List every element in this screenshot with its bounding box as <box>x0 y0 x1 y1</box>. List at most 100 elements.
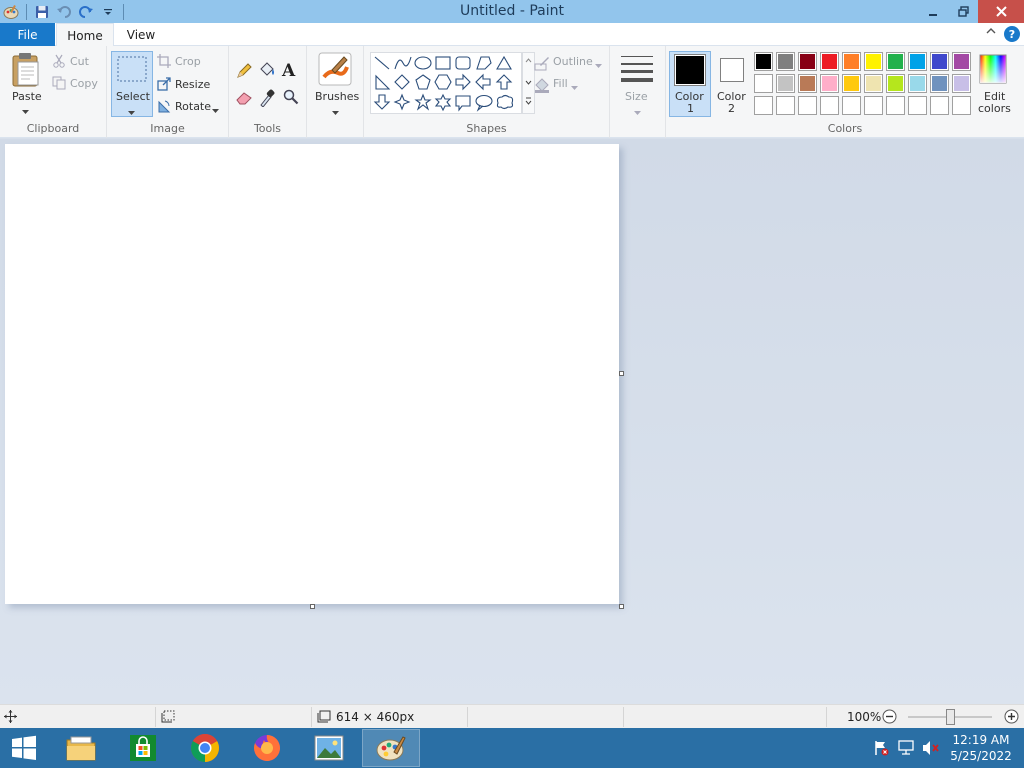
size-button[interactable]: Size <box>625 90 648 103</box>
fill-bucket-icon[interactable] <box>258 61 276 82</box>
network-icon[interactable] <box>898 740 914 759</box>
scroll-up-icon[interactable] <box>525 58 532 63</box>
palette-swatch[interactable] <box>776 96 795 115</box>
hexagon-shape-icon[interactable] <box>434 74 452 90</box>
palette-swatch[interactable] <box>930 74 949 93</box>
outline-dropdown-icon[interactable] <box>595 59 602 72</box>
down-arrow-shape-icon[interactable] <box>373 94 391 110</box>
magnifier-icon[interactable] <box>283 89 299 108</box>
palette-swatch[interactable] <box>908 74 927 93</box>
palette-swatch[interactable] <box>798 96 817 115</box>
palette-swatch[interactable] <box>864 74 883 93</box>
minimize-ribbon-icon[interactable] <box>986 27 996 38</box>
shapes-more-icon[interactable] <box>525 97 532 105</box>
eraser-icon[interactable] <box>235 90 253 109</box>
palette-swatch[interactable] <box>798 74 817 93</box>
polygon-shape-icon[interactable] <box>476 56 492 70</box>
close-button[interactable] <box>978 0 1024 23</box>
palette-swatch[interactable] <box>820 96 839 115</box>
palette-swatch[interactable] <box>842 52 861 71</box>
tab-home[interactable]: Home <box>56 23 114 47</box>
palette-swatch[interactable] <box>930 96 949 115</box>
curve-shape-icon[interactable] <box>394 56 412 70</box>
canvas-resize-handle-bottom[interactable] <box>310 604 315 609</box>
five-point-star-shape-icon[interactable] <box>414 93 432 111</box>
size-dropdown-icon[interactable] <box>634 106 641 119</box>
rounded-callout-shape-icon[interactable] <box>455 95 471 112</box>
canvas-resize-handle-right[interactable] <box>619 371 624 376</box>
right-triangle-shape-icon[interactable] <box>375 74 391 90</box>
taskbar-firefox[interactable] <box>238 729 296 767</box>
brushes-icon[interactable] <box>318 52 352 89</box>
four-point-star-shape-icon[interactable] <box>393 93 411 111</box>
rotate-dropdown-icon[interactable] <box>212 104 219 117</box>
palette-swatch[interactable] <box>908 52 927 71</box>
palette-swatch[interactable] <box>798 52 817 71</box>
volume-muted-icon[interactable] <box>922 740 940 759</box>
restore-button[interactable] <box>948 0 978 23</box>
zoom-out-icon[interactable] <box>882 709 897 727</box>
select-dropdown-icon[interactable] <box>128 106 135 119</box>
paste-dropdown-icon[interactable] <box>22 105 29 118</box>
oval-callout-shape-icon[interactable] <box>475 94 493 112</box>
rectangle-shape-icon[interactable] <box>435 56 451 70</box>
palette-swatch[interactable] <box>754 52 773 71</box>
taskbar-paint[interactable] <box>362 729 420 767</box>
taskbar-clock[interactable]: 12:19 AM 5/25/2022 <box>947 732 1015 764</box>
zoom-slider-thumb[interactable] <box>946 709 955 725</box>
left-arrow-shape-icon[interactable] <box>475 73 491 91</box>
palette-swatch[interactable] <box>930 52 949 71</box>
taskbar-photos[interactable] <box>300 729 358 767</box>
palette-swatch[interactable] <box>886 96 905 115</box>
oval-shape-icon[interactable] <box>414 56 432 70</box>
taskbar-store[interactable] <box>114 729 172 767</box>
scroll-down-icon[interactable] <box>525 80 532 85</box>
palette-swatch[interactable] <box>754 96 773 115</box>
palette-swatch[interactable] <box>908 96 927 115</box>
rounded-rectangle-shape-icon[interactable] <box>455 56 471 70</box>
cloud-callout-shape-icon[interactable] <box>496 94 514 110</box>
palette-swatch[interactable] <box>754 74 773 93</box>
fill-dropdown-icon[interactable] <box>571 81 578 94</box>
tab-view[interactable]: View <box>114 23 168 46</box>
canvas-resize-handle-corner[interactable] <box>619 604 624 609</box>
up-arrow-shape-icon[interactable] <box>495 74 513 90</box>
resize-button[interactable]: Resize <box>175 78 210 91</box>
palette-swatch[interactable] <box>820 52 839 71</box>
tab-file[interactable]: File <box>0 23 55 46</box>
drawing-canvas[interactable] <box>5 144 619 604</box>
rotate-button[interactable]: Rotate <box>175 100 211 113</box>
brushes-dropdown-icon[interactable] <box>332 106 339 119</box>
palette-swatch[interactable] <box>842 96 861 115</box>
canvas-area[interactable] <box>0 139 1024 704</box>
text-tool-icon[interactable]: A <box>282 61 295 81</box>
taskbar-file-explorer[interactable] <box>52 729 110 767</box>
palette-swatch[interactable] <box>776 52 795 71</box>
diamond-shape-icon[interactable] <box>394 74 410 90</box>
start-button[interactable] <box>0 729 48 767</box>
fill-button[interactable]: Fill <box>553 77 568 90</box>
palette-swatch[interactable] <box>776 74 795 93</box>
palette-swatch[interactable] <box>864 96 883 115</box>
edit-colors-icon[interactable] <box>979 54 1007 87</box>
palette-swatch[interactable] <box>952 74 971 93</box>
six-point-star-shape-icon[interactable] <box>434 93 452 112</box>
copy-button[interactable]: Copy <box>70 77 98 90</box>
minimize-button[interactable] <box>918 0 948 23</box>
brushes-button[interactable]: Brushes <box>315 90 359 103</box>
crop-button[interactable]: Crop <box>175 55 201 68</box>
palette-swatch[interactable] <box>864 52 883 71</box>
help-icon[interactable]: ? <box>1004 26 1020 42</box>
palette-swatch[interactable] <box>886 52 905 71</box>
zoom-in-icon[interactable] <box>1004 709 1019 727</box>
palette-swatch[interactable] <box>842 74 861 93</box>
cut-button[interactable]: Cut <box>70 55 89 68</box>
palette-swatch[interactable] <box>886 74 905 93</box>
outline-button[interactable]: Outline <box>553 55 593 68</box>
pentagon-shape-icon[interactable] <box>415 74 431 90</box>
palette-swatch[interactable] <box>952 52 971 71</box>
paste-button[interactable] <box>10 52 42 91</box>
triangle-shape-icon[interactable] <box>496 55 512 70</box>
color2-swatch-frame[interactable] <box>720 58 744 82</box>
color-picker-icon[interactable] <box>259 89 275 110</box>
